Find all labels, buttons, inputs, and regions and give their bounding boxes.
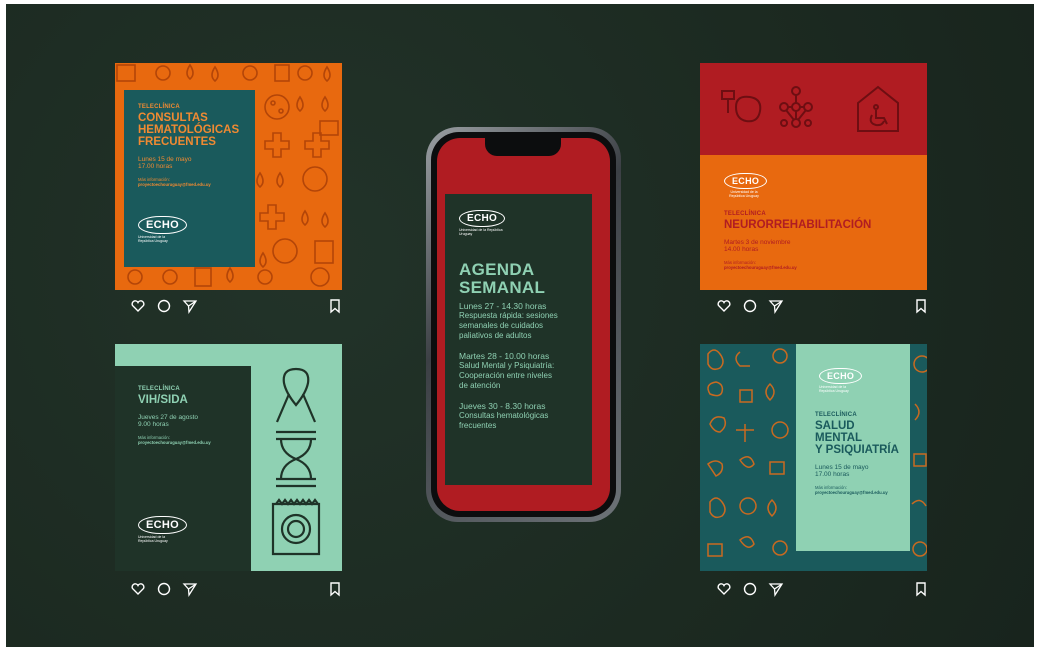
agenda-event[interactable]: Lunes 27 - 14.30 horas Respuesta rápida:…	[459, 301, 592, 341]
event-time: 17.00 horas	[138, 163, 173, 170]
bookmark-icon[interactable]	[327, 581, 343, 597]
title-panel: TELECLÍNICA VIH/SIDA Jueves 27 de agosto…	[115, 366, 251, 571]
kicker: TELECLÍNICA	[138, 386, 180, 392]
echo-logo: ECHO Universidad de la República Uruguay	[819, 366, 910, 394]
event-date: Lunes 15 de mayo	[138, 156, 192, 163]
phone-bezel: ECHO Universidad de la República Uruguay…	[431, 132, 616, 517]
kicker: TELECLÍNICA	[138, 104, 180, 110]
icon-band	[700, 63, 927, 155]
event-date: Lunes 15 de mayo	[815, 463, 869, 471]
info-email: proyectoechouruguay@fmed.edu.uy	[724, 265, 797, 270]
post-title: NEURORREHABILITACIÓN	[724, 219, 872, 231]
comment-icon[interactable]	[156, 298, 172, 314]
heart-icon[interactable]	[130, 581, 146, 597]
post-title: SALUD MENTAL Y PSIQUIATRÍA	[815, 419, 899, 456]
mockup-background: TELECLÍNICA CONSULTAS HEMATOLÓGICAS FREC…	[6, 4, 1034, 647]
event-date: Martes 3 de noviembre	[724, 239, 791, 246]
send-icon[interactable]	[182, 298, 198, 314]
info-email: proyectoechouruguay@fmed.edu.uy	[138, 182, 211, 187]
hiv-icons-illustration	[271, 367, 321, 556]
event-time: 17.00 horas	[815, 470, 850, 478]
send-icon[interactable]	[768, 298, 784, 314]
phone-notch	[485, 138, 561, 156]
phone-mockup: ECHO Universidad de la República Uruguay…	[426, 127, 621, 522]
title-block: TELECLÍNICA NEURORREHABILITACIÓN Martes …	[724, 211, 871, 270]
post-title: CONSULTAS HEMATOLÓGICAS FRECUENTES	[138, 112, 240, 148]
heart-icon[interactable]	[130, 298, 146, 314]
send-icon[interactable]	[182, 581, 198, 597]
agenda-title: AGENDA SEMANAL	[459, 259, 546, 297]
event-date: Jueves 27 de agosto	[138, 414, 198, 421]
post-actions	[130, 296, 357, 316]
phone-screen[interactable]: ECHO Universidad de la República Uruguay…	[437, 138, 610, 511]
event-time: 9.00 horas	[138, 421, 169, 428]
post-actions	[716, 579, 943, 599]
post-vih-sida[interactable]: TELECLÍNICA VIH/SIDA Jueves 27 de agosto…	[115, 344, 342, 571]
event-time: 14.00 horas	[724, 246, 759, 253]
echo-logo: ECHO Universidad de la República Uruguay	[138, 515, 251, 544]
kicker: TELECLÍNICA	[724, 211, 766, 217]
heart-icon[interactable]	[716, 298, 732, 314]
neuro-icons-illustration	[721, 85, 899, 132]
info-email: proyectoechouruguay@fmed.edu.uy	[815, 489, 888, 495]
agenda-panel: ECHO Universidad de la República Uruguay…	[445, 194, 592, 485]
post-hematologicas[interactable]: TELECLÍNICA CONSULTAS HEMATOLÓGICAS FREC…	[115, 63, 342, 290]
agenda-event[interactable]: Jueves 30 - 8.30 horas Consultas hematol…	[459, 401, 592, 431]
kicker: TELECLÍNICA	[815, 411, 857, 418]
bookmark-icon[interactable]	[913, 298, 929, 314]
heart-icon[interactable]	[716, 581, 732, 597]
comment-icon[interactable]	[156, 581, 172, 597]
bookmark-icon[interactable]	[327, 298, 343, 314]
post-actions	[130, 579, 357, 599]
post-actions	[716, 296, 943, 316]
echo-logo: ECHO Universidad de la República Uruguay	[459, 208, 592, 237]
info-email: proyectoechouruguay@fmed.edu.uy	[138, 440, 211, 445]
post-salud-mental[interactable]: ECHO Universidad de la República Uruguay…	[700, 344, 927, 571]
comment-icon[interactable]	[742, 298, 758, 314]
comment-icon[interactable]	[742, 581, 758, 597]
echo-logo: ECHO Universidad de la República Uruguay	[138, 215, 255, 244]
title-panel: TELECLÍNICA CONSULTAS HEMATOLÓGICAS FREC…	[124, 90, 255, 267]
echo-logo: ECHO Universidad de la República Uruguay	[724, 171, 768, 199]
post-title: VIH/SIDA	[138, 394, 188, 406]
bookmark-icon[interactable]	[913, 581, 929, 597]
agenda-event[interactable]: Martes 28 - 10.00 horas Salud Mental y P…	[459, 351, 592, 391]
send-icon[interactable]	[768, 581, 784, 597]
post-neurorrehabilitacion[interactable]: ECHO Universidad de la República Uruguay…	[700, 63, 927, 290]
title-panel: ECHO Universidad de la República Uruguay…	[796, 344, 910, 551]
